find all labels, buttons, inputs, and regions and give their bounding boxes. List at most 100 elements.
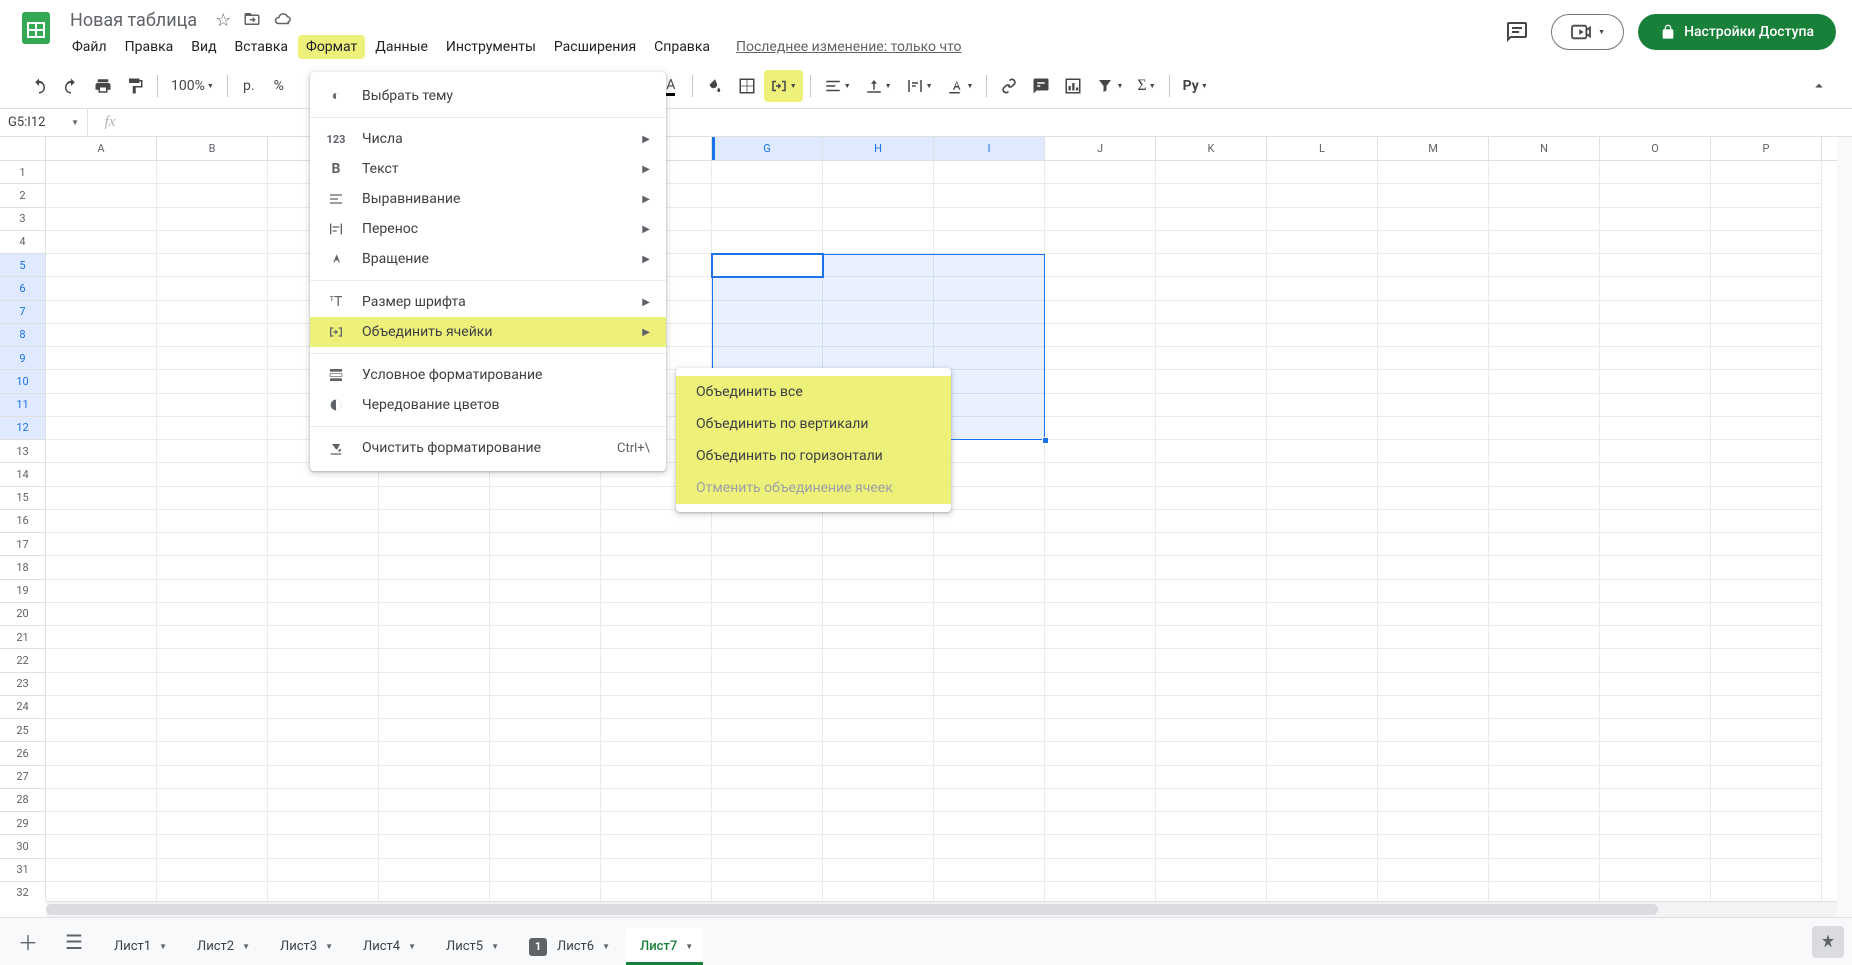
cell[interactable] <box>1156 696 1267 719</box>
cell[interactable] <box>1156 603 1267 626</box>
cell[interactable] <box>1156 626 1267 649</box>
row-header[interactable]: 5 <box>0 254 46 277</box>
cell[interactable] <box>1489 603 1600 626</box>
cell[interactable] <box>46 649 157 672</box>
cell[interactable] <box>1045 417 1156 440</box>
row-header[interactable]: 8 <box>0 324 46 347</box>
cell[interactable] <box>157 231 268 254</box>
cell[interactable] <box>1156 882 1267 901</box>
row-header[interactable]: 24 <box>0 696 46 719</box>
cell[interactable] <box>601 789 712 812</box>
sheet-tab[interactable]: Лист3▼ <box>266 928 343 965</box>
chevron-down-icon[interactable]: ▼ <box>321 942 337 951</box>
vertical-align-button[interactable]: ▼ <box>859 70 898 102</box>
redo-button[interactable] <box>56 70 86 102</box>
row-header[interactable]: 18 <box>0 556 46 579</box>
filter-button[interactable]: ▼ <box>1090 70 1129 102</box>
cell[interactable] <box>157 463 268 486</box>
cell[interactable] <box>490 580 601 603</box>
row-header[interactable]: 27 <box>0 766 46 789</box>
cell[interactable] <box>157 533 268 556</box>
cell[interactable] <box>712 580 823 603</box>
cell[interactable] <box>712 719 823 742</box>
format-text[interactable]: B Текст ▶ <box>310 154 666 184</box>
cell[interactable] <box>490 649 601 672</box>
cell[interactable] <box>157 347 268 370</box>
cell[interactable] <box>1156 301 1267 324</box>
format-conditional[interactable]: Условное форматирование <box>310 360 666 390</box>
cell[interactable] <box>1267 510 1378 533</box>
cell[interactable] <box>712 510 823 533</box>
cell[interactable] <box>46 766 157 789</box>
cell[interactable] <box>1045 626 1156 649</box>
cell[interactable] <box>157 580 268 603</box>
chevron-down-icon[interactable]: ▼ <box>598 942 614 951</box>
format-alignment[interactable]: Выравнивание ▶ <box>310 184 666 214</box>
column-header[interactable]: O <box>1600 137 1711 160</box>
cell[interactable] <box>601 649 712 672</box>
cell[interactable] <box>490 859 601 882</box>
cell[interactable] <box>1378 719 1489 742</box>
cell[interactable] <box>601 882 712 901</box>
format-number[interactable]: 123 Числа ▶ <box>310 124 666 154</box>
cell[interactable] <box>490 835 601 858</box>
cloud-status-icon[interactable] <box>273 10 293 31</box>
cell[interactable] <box>1711 208 1822 231</box>
cell[interactable] <box>934 742 1045 765</box>
cell[interactable] <box>1156 533 1267 556</box>
chevron-down-icon[interactable]: ▼ <box>487 942 503 951</box>
cell[interactable] <box>1156 859 1267 882</box>
cell[interactable] <box>934 835 1045 858</box>
cell[interactable] <box>1267 301 1378 324</box>
cell[interactable] <box>46 254 157 277</box>
cell[interactable] <box>1156 208 1267 231</box>
cell[interactable] <box>1711 231 1822 254</box>
cell[interactable] <box>1267 161 1378 184</box>
cell[interactable] <box>1711 812 1822 835</box>
cell[interactable] <box>490 719 601 742</box>
cell[interactable] <box>712 301 823 324</box>
cell[interactable] <box>1267 649 1378 672</box>
cell[interactable] <box>712 603 823 626</box>
cell[interactable] <box>1045 301 1156 324</box>
cell[interactable] <box>268 882 379 901</box>
cell[interactable] <box>1267 417 1378 440</box>
add-sheet-button[interactable]: ＋ <box>8 922 48 962</box>
cell[interactable] <box>1600 231 1711 254</box>
cell[interactable] <box>268 835 379 858</box>
sheet-tab[interactable]: Лист5▼ <box>432 928 509 965</box>
cell[interactable] <box>601 533 712 556</box>
cell[interactable] <box>1378 231 1489 254</box>
cell[interactable] <box>1156 254 1267 277</box>
cell[interactable] <box>1045 556 1156 579</box>
cell[interactable] <box>1378 394 1489 417</box>
cell[interactable] <box>1267 603 1378 626</box>
cell[interactable] <box>1045 231 1156 254</box>
cell[interactable] <box>157 649 268 672</box>
cell[interactable] <box>1600 766 1711 789</box>
cell[interactable] <box>268 859 379 882</box>
cell[interactable] <box>379 859 490 882</box>
cell[interactable] <box>1045 347 1156 370</box>
cell[interactable] <box>934 161 1045 184</box>
app-logo[interactable] <box>16 8 56 48</box>
cell[interactable] <box>712 673 823 696</box>
cell[interactable] <box>1489 696 1600 719</box>
row-header[interactable]: 9 <box>0 347 46 370</box>
cell[interactable] <box>1711 347 1822 370</box>
cell[interactable] <box>601 766 712 789</box>
comments-button[interactable] <box>1497 12 1537 52</box>
cell[interactable] <box>1156 719 1267 742</box>
cell[interactable] <box>46 370 157 393</box>
merge-horizontal[interactable]: Объединить по горизонтали <box>676 440 951 472</box>
all-sheets-button[interactable]: ☰ <box>54 922 94 962</box>
cell[interactable] <box>46 463 157 486</box>
sheet-tab[interactable]: 1Лист6▼ <box>515 928 620 965</box>
cell[interactable] <box>1045 696 1156 719</box>
cell[interactable] <box>379 673 490 696</box>
collapse-toolbar-button[interactable] <box>1810 77 1828 95</box>
row-header[interactable]: 29 <box>0 812 46 835</box>
cell[interactable] <box>1267 394 1378 417</box>
cell[interactable] <box>1267 580 1378 603</box>
cell[interactable] <box>1600 882 1711 901</box>
